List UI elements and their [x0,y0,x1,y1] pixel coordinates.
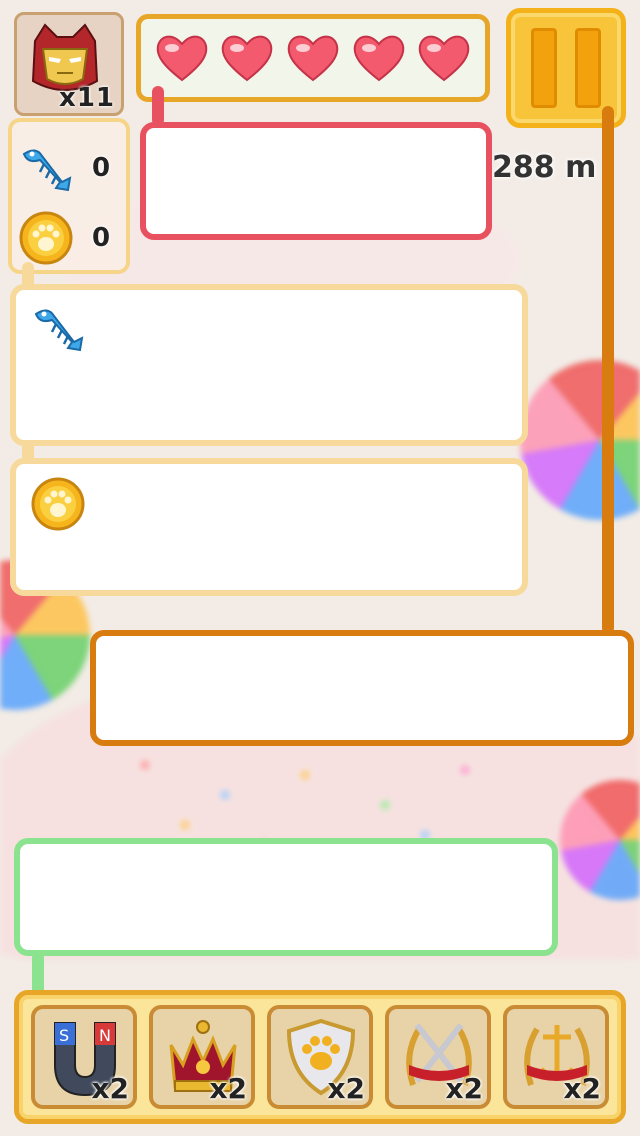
powerup-shield-button[interactable]: x2 [267,1005,373,1109]
paw-coin-icon [19,211,73,265]
player-avatar: x11 [14,12,124,116]
collectibles-counter-panel: 0 0 [8,118,130,274]
fish-counter: 0 [18,138,122,198]
fish-count: 0 [92,153,111,183]
powerup-bar: S N x2 x2 x2 x2 x2 [14,990,626,1124]
powerup-count: x2 [91,1072,129,1105]
coin-counter: 0 [18,208,122,268]
powerup-magnet-button[interactable]: S N x2 [31,1005,137,1109]
heart-icon [222,35,273,82]
powerup-tutorial-callout [14,838,558,956]
hearts-tutorial-callout [140,122,492,240]
pause-callout-connector [602,106,614,634]
powerup-count: x2 [445,1072,483,1105]
svg-text:S: S [59,1026,69,1045]
powerup-swords-button[interactable]: x2 [385,1005,491,1109]
heart-icon [287,35,339,82]
coin-count: 0 [92,223,111,253]
pause-icon [575,28,601,108]
fish-tutorial-callout [10,284,528,446]
powerup-count: x2 [209,1072,247,1105]
lives-count: x11 [59,83,115,113]
fish-bone-icon [34,309,84,352]
pause-icon [531,28,557,108]
pause-tutorial-callout [90,630,634,746]
heart-icon [353,35,404,82]
paw-coin-icon [31,477,85,531]
svg-text:N: N [99,1026,111,1045]
coin-tutorial-callout [10,458,528,596]
hearts-callout-connector [152,86,164,126]
powerup-count: x2 [327,1072,365,1105]
fish-bone-icon [22,149,72,192]
heart-icon [156,35,208,82]
powerup-anchor-button[interactable]: x2 [503,1005,609,1109]
health-hearts-bar [136,14,490,102]
heart-icon [418,35,470,82]
powerup-crown-button[interactable]: x2 [149,1005,255,1109]
distance-readout: 288 m [492,150,597,185]
powerup-count: x2 [563,1072,601,1105]
